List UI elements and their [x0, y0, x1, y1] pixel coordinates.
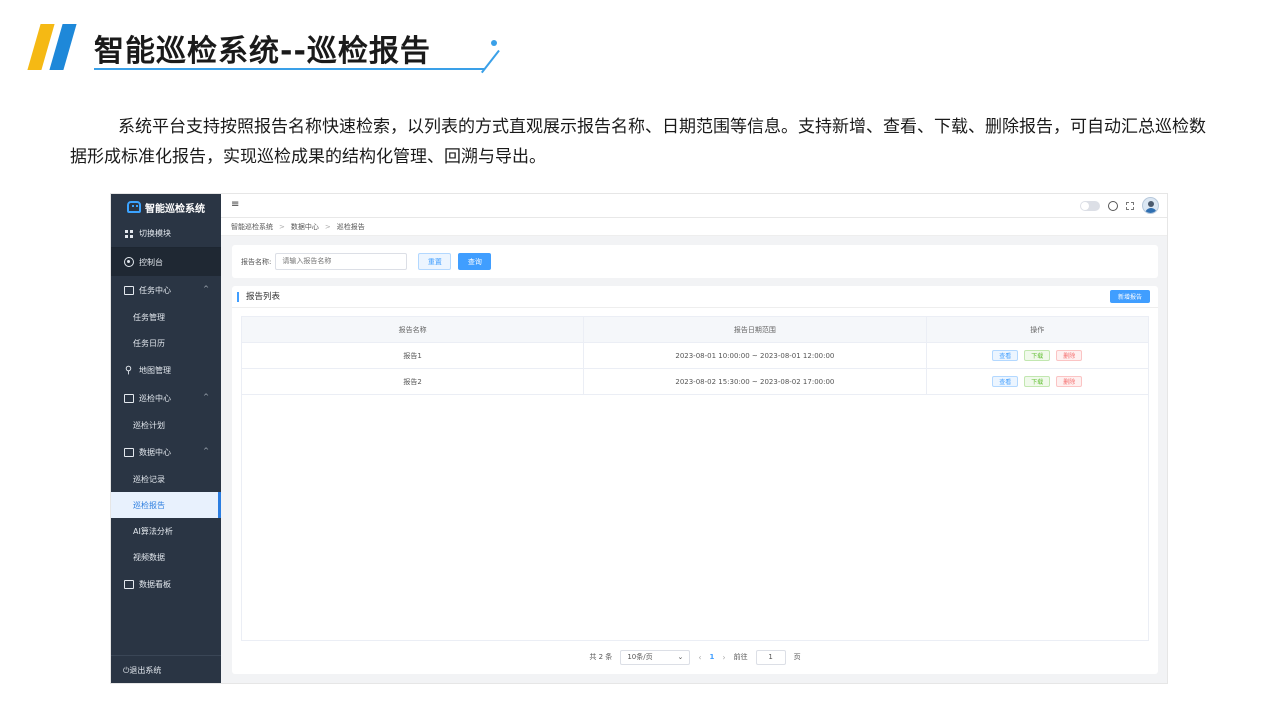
slide-title-block: 智能巡检系统--巡检报告 [27, 22, 500, 74]
avatar[interactable] [1142, 197, 1159, 214]
table-row: 报告2 2023-08-02 15:30:00 ~ 2023-08-02 17:… [242, 369, 1148, 395]
monitor-icon [123, 579, 134, 590]
fullscreen-icon[interactable] [1126, 201, 1134, 210]
breadcrumb-item[interactable]: 数据中心 [291, 222, 319, 232]
slide-title: 智能巡检系统--巡检报告 [94, 34, 431, 69]
sidebar-item-inspect-plan[interactable]: 巡检计划 [111, 412, 221, 438]
title-slash-decoration [481, 49, 500, 74]
report-name-label: 报告名称: [241, 257, 272, 266]
chevron-up-icon: ^ [203, 447, 209, 455]
breadcrumb-item[interactable]: 智能巡检系统 [231, 222, 273, 232]
title-underline [94, 68, 484, 70]
theme-toggle[interactable] [1080, 200, 1100, 211]
breadcrumb-item-current: 巡检报告 [336, 222, 365, 231]
sidebar-item-inspect-center[interactable]: 巡检中心 ^ [111, 384, 221, 412]
total-count: 共 2 条 [589, 653, 613, 661]
sidebar-item-console[interactable]: 控制台 [111, 248, 221, 276]
sidebar-item-inspect-report[interactable]: 巡检报告 [111, 492, 221, 518]
actions-cell: 查看 下载 删除 [927, 343, 1149, 368]
sidebar-item-label: 任务中心 [139, 285, 171, 295]
sidebar-item-label: 数据看板 [139, 579, 171, 589]
title-dot-decoration [491, 40, 497, 46]
actions-cell: 查看 下载 删除 [927, 369, 1149, 394]
top-bar-actions [1080, 197, 1159, 214]
sidebar-item-label: 数据中心 [139, 447, 171, 457]
report-name-cell: 报告1 [242, 343, 585, 368]
globe-icon[interactable] [1108, 200, 1118, 211]
sidebar-item-map-manage[interactable]: ⚲ 地图管理 [111, 356, 221, 384]
sidebar-item-video-data[interactable]: 视频数据 [111, 544, 221, 570]
table-row: 报告1 2023-08-01 10:00:00 ~ 2023-08-01 12:… [242, 343, 1148, 369]
sidebar-item-label: 地图管理 [139, 365, 171, 375]
view-button[interactable]: 查看 [992, 376, 1019, 387]
download-button[interactable]: 下载 [1024, 376, 1051, 387]
delete-button[interactable]: 删除 [1056, 376, 1083, 387]
app-logo: 智能巡检系统 [111, 194, 221, 220]
sidebar-item-label: 控制台 [139, 257, 163, 267]
data-icon [123, 447, 134, 458]
breadcrumb-separator-icon: > [324, 222, 331, 231]
report-name-input[interactable] [275, 253, 408, 270]
menu-toggle-icon[interactable]: ≡ [231, 199, 239, 210]
report-table: 报告名称 报告日期范围 操作 报告1 2023-08-01 10:00:00 ~… [241, 316, 1149, 641]
current-page[interactable]: 1 [710, 653, 715, 661]
sidebar-item-data-center[interactable]: 数据中心 ^ [111, 438, 221, 466]
prev-page-icon[interactable]: ‹ [698, 653, 701, 662]
sidebar-item-switch-module[interactable]: 切换模块 [111, 220, 221, 248]
table-header: 报告名称 报告日期范围 操作 [242, 317, 1148, 343]
chevron-down-icon: ⌄ [677, 653, 684, 661]
pagination: 共 2 条 10条/页 ⌄ ‹ 1 › 前往 1 页 [232, 648, 1158, 666]
query-button[interactable]: 查询 [458, 253, 492, 270]
chevron-up-icon: ^ [203, 393, 209, 401]
report-range-cell: 2023-08-01 10:00:00 ~ 2023-08-01 12:00:0… [584, 343, 927, 368]
next-page-icon[interactable]: › [722, 653, 725, 662]
column-header-name: 报告名称 [242, 317, 585, 342]
sidebar-item-label: 切换模块 [139, 229, 171, 238]
task-icon [123, 285, 134, 296]
view-button[interactable]: 查看 [992, 350, 1019, 361]
search-panel: 报告名称: 重置 查询 [232, 245, 1158, 278]
sidebar: 智能巡检系统 切换模块 控制台 任务中心 ^ 任务管理 任务日历 ⚲ 地图管理 … [111, 194, 221, 683]
download-button[interactable]: 下载 [1024, 350, 1051, 361]
report-list-panel: 报告列表 新增报告 报告名称 报告日期范围 操作 报告1 2023-08-01 … [232, 286, 1158, 674]
blue-accent-bar [49, 24, 77, 70]
chevron-up-icon: ^ [203, 285, 209, 293]
grid-icon [123, 228, 134, 239]
sidebar-item-label: 巡检中心 [139, 393, 171, 403]
list-header: 报告列表 新增报告 [232, 286, 1158, 308]
column-header-range: 报告日期范围 [584, 317, 927, 342]
app-window: 智能巡检系统 切换模块 控制台 任务中心 ^ 任务管理 任务日历 ⚲ 地图管理 … [110, 193, 1168, 684]
slide-description: 系统平台支持按照报告名称快速检索，以列表的方式直观展示报告名称、日期范围等信息。… [70, 117, 1206, 167]
map-pin-icon: ⚲ [124, 364, 133, 376]
sidebar-item-task-manage[interactable]: 任务管理 [111, 304, 221, 330]
breadcrumb-separator-icon: > [279, 222, 285, 231]
add-report-button[interactable]: 新增报告 [1110, 290, 1150, 303]
page-size-value: 10条/页 [627, 653, 653, 661]
page-size-select[interactable]: 10条/页 ⌄ [620, 649, 691, 665]
sidebar-item-task-center[interactable]: 任务中心 ^ [111, 276, 221, 304]
report-range-cell: 2023-08-02 15:30:00 ~ 2023-08-02 17:00:0… [584, 369, 927, 394]
report-name-cell: 报告2 [242, 369, 585, 394]
robot-icon [127, 201, 141, 213]
breadcrumb: 智能巡检系统 > 数据中心 > 巡检报告 [221, 218, 1167, 236]
delete-button[interactable]: 删除 [1056, 350, 1083, 361]
column-header-actions: 操作 [1030, 325, 1045, 334]
dashboard-icon [123, 257, 134, 268]
sidebar-item-inspect-record[interactable]: 巡检记录 [111, 466, 221, 492]
list-title: 报告列表 [237, 292, 280, 302]
goto-label: 前往 [733, 653, 748, 661]
top-bar: ≡ [221, 194, 1167, 218]
reset-button[interactable]: 重置 [418, 253, 452, 270]
logout-label: 退出系统 [129, 666, 162, 675]
page-suffix: 页 [793, 653, 801, 661]
app-name: 智能巡检系统 [145, 203, 205, 215]
sidebar-item-dashboard[interactable]: 数据看板 [111, 570, 221, 598]
sidebar-item-task-calendar[interactable]: 任务日历 [111, 330, 221, 356]
clipboard-icon [123, 393, 134, 404]
logout-button[interactable]: ⏻ 退出系统 [111, 655, 221, 683]
sidebar-item-ai-analysis[interactable]: AI算法分析 [111, 518, 221, 544]
goto-page-input[interactable]: 1 [755, 649, 786, 665]
